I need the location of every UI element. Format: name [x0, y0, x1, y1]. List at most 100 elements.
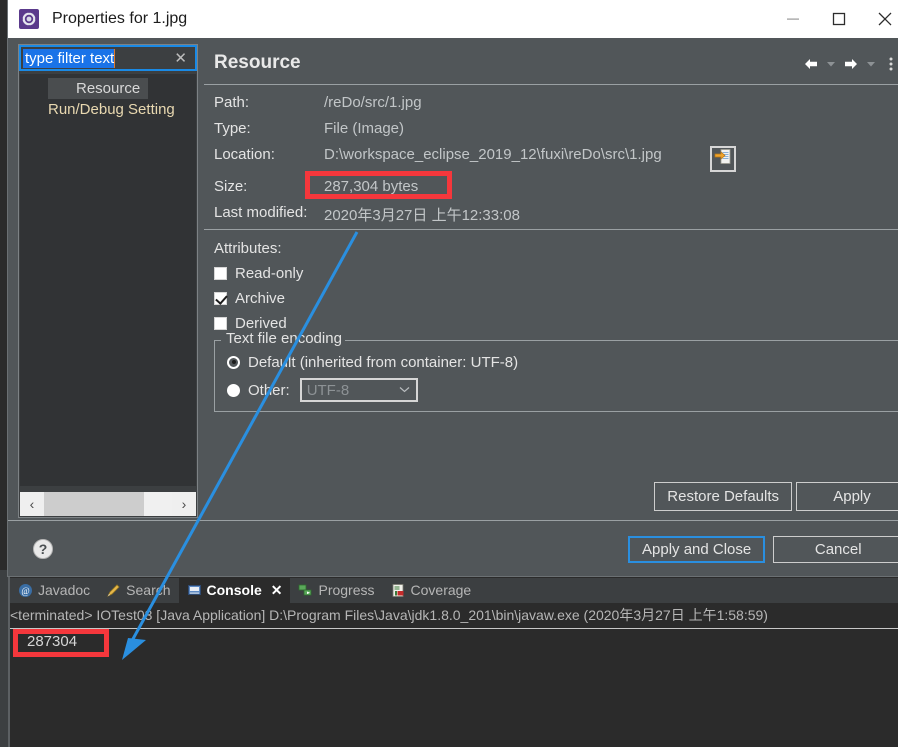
field-value: /reDo/src/1.jpg [324, 94, 422, 111]
field-label: Type: [214, 120, 251, 137]
settings-tree[interactable]: Resource Run/Debug Setting [20, 74, 196, 486]
checkbox-label: Read-only [235, 265, 304, 282]
attributes-section: Attributes: Read-only Archive Derived [214, 240, 898, 336]
properties-dialog: Properties for 1.jpg type filter text ✕ [8, 0, 898, 576]
page-header-divider [204, 84, 898, 85]
field-label: Path: [214, 94, 250, 111]
clear-filter-icon[interactable]: ✕ [174, 49, 187, 67]
open-in-explorer-button[interactable] [710, 146, 736, 172]
console-output: 287304 [27, 633, 78, 650]
tree-horizontal-scrollbar[interactable]: ‹ › [20, 492, 196, 516]
close-icon[interactable]: ✕ [271, 582, 283, 599]
forward-button[interactable] [840, 52, 862, 76]
coverage-icon [391, 583, 406, 598]
scroll-left-icon[interactable]: ‹ [20, 492, 44, 516]
group-title: Text file encoding [223, 330, 345, 347]
checkbox-label: Archive [235, 290, 286, 307]
scroll-right-icon[interactable]: › [172, 492, 196, 516]
field-value: D:\workspace_eclipse_2019_12\fuxi\reDo\s… [324, 146, 662, 163]
console-tab-bar: @ Javadoc Search Console ✕ Progress Cove… [10, 578, 898, 603]
open-in-explorer-icon [714, 148, 732, 171]
field-value: File (Image) [324, 120, 405, 137]
svg-text:@: @ [21, 586, 29, 596]
restore-defaults-button[interactable]: Restore Defaults [654, 482, 792, 511]
checkbox-box[interactable] [214, 317, 227, 330]
javadoc-at-icon: @ [18, 583, 33, 598]
tab-console[interactable]: Console ✕ [178, 578, 291, 603]
field-last-modified: Last modified: 2020年3月27日 上午12:33:08 [214, 204, 898, 230]
forward-dropdown-icon[interactable] [864, 52, 878, 76]
chevron-down-icon[interactable] [399, 384, 410, 396]
scroll-thumb[interactable] [44, 492, 144, 516]
radio-default-encoding[interactable]: Default (inherited from container: UTF-8… [227, 348, 898, 376]
filter-input-wrapper[interactable]: type filter text ✕ [19, 45, 197, 71]
console-view: @ Javadoc Search Console ✕ Progress Cove… [10, 570, 898, 747]
radio-label: Default (inherited from container: UTF-8… [248, 353, 519, 371]
field-label: Location: [214, 146, 275, 163]
maximize-button[interactable] [816, 0, 862, 38]
page-buttons: Restore Defaults Apply [654, 482, 898, 511]
svg-text:?: ? [39, 541, 48, 557]
group-border-left [215, 340, 221, 341]
checkbox-read-only[interactable]: Read-only [214, 261, 898, 286]
dialog-footer-divider [8, 520, 898, 521]
cancel-button[interactable]: Cancel [773, 536, 898, 563]
back-dropdown-icon[interactable] [824, 52, 838, 76]
tab-label: Progress [318, 582, 375, 598]
size-value: 287,304 bytes [324, 178, 419, 195]
encoding-combo-value: UTF-8 [306, 381, 350, 399]
search-pencil-icon [106, 583, 121, 598]
help-button[interactable]: ? [32, 538, 54, 560]
apply-button[interactable]: Apply [796, 482, 898, 511]
radio-button[interactable] [227, 383, 240, 397]
tab-label: Coverage [410, 582, 472, 598]
radio-button[interactable] [227, 355, 240, 369]
progress-icon [298, 583, 313, 598]
console-icon [187, 583, 202, 598]
checkbox-box[interactable] [214, 267, 227, 280]
tree-item-resource[interactable]: Resource [48, 78, 149, 99]
resource-page: Resource Path: /reDo/src/1.jpg Type: Fil… [204, 44, 898, 518]
encoding-combo[interactable]: UTF-8 [299, 378, 418, 402]
settings-tree-panel: type filter text ✕ Resource Run/Debug Se… [18, 44, 198, 518]
radio-other-encoding[interactable]: Other: UTF-8 [227, 376, 898, 404]
close-button[interactable] [862, 0, 898, 38]
tab-progress[interactable]: Progress [290, 578, 382, 603]
attributes-heading: Attributes: [214, 240, 282, 257]
page-menu-button[interactable] [880, 52, 898, 76]
tab-label: Console [206, 582, 262, 598]
page-toolbar [800, 52, 898, 76]
apply-and-close-button[interactable]: Apply and Close [628, 536, 766, 563]
tab-label: Search [126, 582, 171, 598]
page-title: Resource [214, 52, 301, 73]
back-button[interactable] [800, 52, 822, 76]
group-border-right [341, 340, 898, 341]
dialog-title-bar: Properties for 1.jpg [8, 0, 898, 38]
field-path: Path: /reDo/src/1.jpg [214, 94, 898, 120]
attributes-divider [204, 229, 898, 230]
resource-fields: Path: /reDo/src/1.jpg Type: File (Image)… [214, 94, 898, 230]
field-location: Location: D:\workspace_eclipse_2019_12\f… [214, 146, 898, 178]
radio-label: Other: [248, 381, 290, 399]
checkbox-box[interactable] [214, 292, 227, 305]
help-question-icon: ? [32, 539, 54, 564]
minimize-button[interactable] [770, 0, 816, 38]
field-label: Size: [214, 178, 248, 195]
console-process-header: <terminated> IOTest03 [Java Application]… [10, 603, 898, 628]
dialog-buttons: Apply and Close Cancel [628, 536, 898, 563]
field-label: Last modified: [214, 204, 308, 221]
scroll-track[interactable] [44, 492, 172, 516]
checkbox-archive[interactable]: Archive [214, 286, 898, 311]
field-value: 2020年3月27日 上午12:33:08 [324, 207, 520, 224]
field-type: Type: File (Image) [214, 120, 898, 146]
eclipse-gear-icon [18, 8, 40, 30]
dialog-title: Properties for 1.jpg [52, 10, 188, 27]
tab-javadoc[interactable]: @ Javadoc [10, 578, 98, 603]
filter-input[interactable]: type filter text [23, 48, 116, 68]
console-output-area[interactable]: 287304 [10, 629, 898, 747]
tab-coverage[interactable]: Coverage [383, 578, 480, 603]
tab-search[interactable]: Search [98, 578, 178, 603]
tree-item-run-debug-settings[interactable]: Run/Debug Setting [20, 99, 196, 120]
screenshot-root: @ Javadoc Search Console ✕ Progress Cove… [0, 0, 898, 747]
field-size: Size: 287,304 bytes [214, 178, 898, 204]
